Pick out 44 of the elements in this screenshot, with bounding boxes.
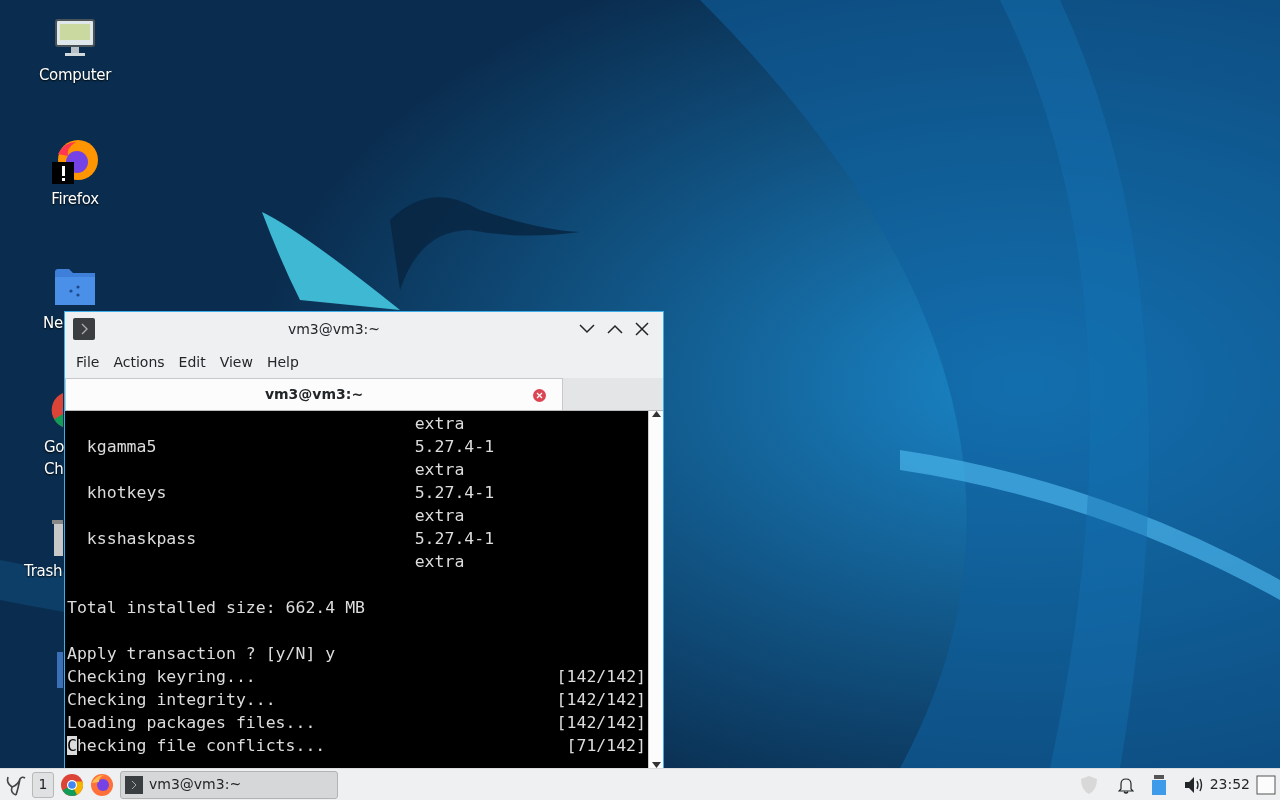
terminal-line: extra bbox=[413, 413, 465, 435]
progress-count: [142/142] bbox=[556, 689, 646, 711]
volume-icon[interactable] bbox=[1183, 775, 1204, 794]
terminal-line: Checking keyring... bbox=[67, 666, 256, 688]
clipboard-icon[interactable] bbox=[1151, 774, 1166, 795]
terminal-line: Checking file conflicts... bbox=[67, 735, 326, 757]
progress-count: [142/142] bbox=[556, 666, 646, 688]
terminal-line: Apply transaction ? [y/N] y bbox=[67, 643, 336, 665]
menu-item[interactable]: Actions bbox=[106, 349, 172, 375]
terminal-line: extra bbox=[413, 459, 465, 481]
terminal-tab[interactable]: vm3@vm3:~ bbox=[65, 378, 563, 410]
terminal-line: extra bbox=[413, 551, 465, 573]
bell-icon[interactable] bbox=[1117, 775, 1134, 794]
terminal-line: ksshaskpass 5.27.4-1 bbox=[85, 528, 495, 550]
window-title: vm3@vm3:~ bbox=[286, 319, 382, 339]
chrome-icon[interactable] bbox=[60, 772, 84, 797]
desktop-icon-label[interactable]: Trash bbox=[24, 561, 63, 583]
tab-close-icon[interactable] bbox=[533, 389, 546, 402]
terminal-line: extra bbox=[413, 505, 465, 527]
clock[interactable]: 23:52 bbox=[1209, 774, 1250, 795]
firefox-icon[interactable] bbox=[90, 772, 114, 797]
progress-count: [71/142] bbox=[566, 735, 646, 757]
folder-icon[interactable] bbox=[54, 268, 96, 306]
menu-item[interactable]: Help bbox=[259, 349, 306, 375]
menu-item[interactable]: View bbox=[212, 349, 260, 375]
terminal-line: Checking integrity... bbox=[67, 689, 276, 711]
menu-item[interactable]: Edit bbox=[171, 349, 213, 375]
desktop-icon-label[interactable]: Firefox bbox=[51, 189, 99, 211]
terminal-line: khotkeys 5.27.4-1 bbox=[85, 482, 495, 504]
trash-icon[interactable] bbox=[52, 520, 63, 556]
computer-icon[interactable] bbox=[55, 18, 95, 58]
taskbar-task[interactable]: vm3@vm3:~ bbox=[120, 770, 338, 799]
terminal-line: kgamma5 5.27.4-1 bbox=[85, 436, 495, 458]
terminal-icon[interactable] bbox=[73, 318, 95, 340]
firefox-icon[interactable] bbox=[52, 138, 98, 186]
terminal-line: Loading packages files... bbox=[67, 712, 316, 734]
desktop-icon-label[interactable]: Ne bbox=[43, 313, 63, 335]
menu-item[interactable]: File bbox=[69, 349, 107, 375]
terminal-icon bbox=[125, 775, 143, 794]
desktop-icon-label[interactable]: Go Ch bbox=[44, 437, 65, 481]
terminal-line: Total installed size: 662.4 MB bbox=[67, 597, 365, 619]
desktop-pager[interactable]: 1 bbox=[32, 771, 54, 798]
progress-count: [142/142] bbox=[556, 712, 646, 734]
desktop-icon-label[interactable]: Computer bbox=[38, 65, 112, 87]
